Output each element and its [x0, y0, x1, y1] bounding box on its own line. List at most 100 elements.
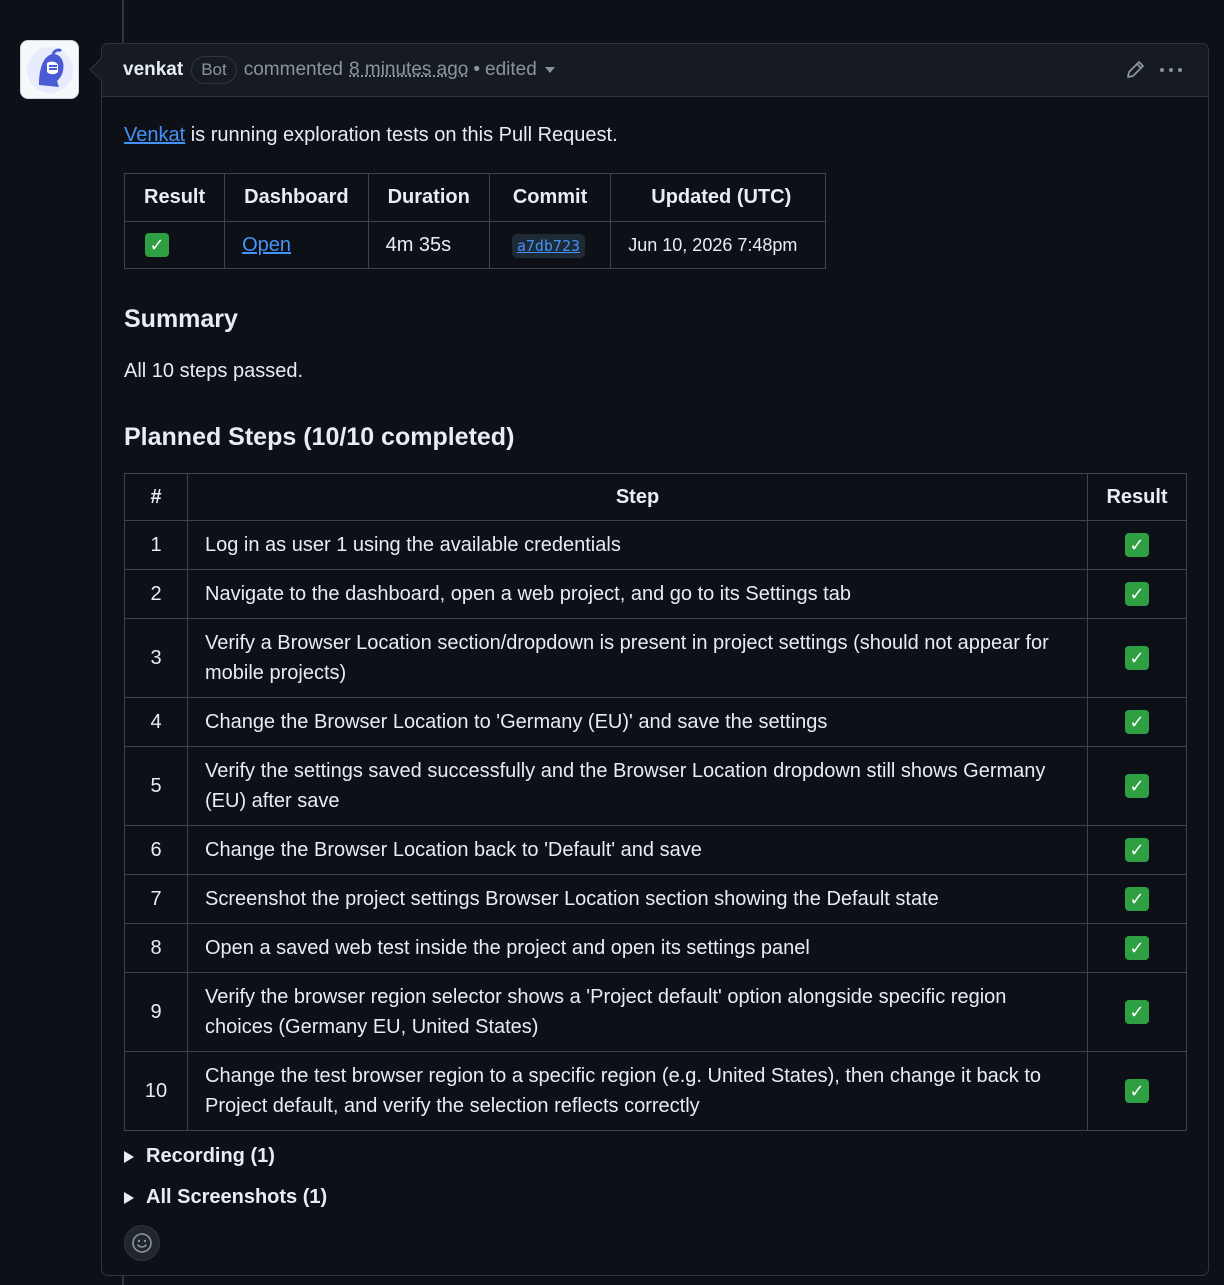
header-dashboard: Dashboard	[224, 173, 369, 222]
recording-summary[interactable]: Recording (1)	[146, 1145, 275, 1168]
step-description: Verify the settings saved successfully a…	[187, 746, 1088, 826]
step-result: ✓	[1087, 972, 1187, 1052]
run-result-cell: ✓	[123, 221, 226, 269]
edited-label[interactable]: edited	[485, 59, 537, 81]
step-result: ✓	[1087, 520, 1187, 570]
check-mark-icon: ✓	[1125, 838, 1149, 862]
step-row: 7 Screenshot the project settings Browser…	[124, 874, 1187, 924]
summary-heading: Summary	[124, 305, 238, 333]
step-number: 1	[124, 520, 188, 570]
step-description: Verify a Browser Location section/dropdo…	[187, 618, 1088, 698]
step-row: 4 Change the Browser Location to 'Germany…	[124, 697, 1187, 747]
steps-body: 1 Log in as user 1 using the available cr…	[124, 520, 1187, 1131]
comment-timestamp-link[interactable]: 8 minutes ago	[349, 59, 468, 81]
step-result: ✓	[1087, 569, 1187, 619]
add-reaction-button[interactable]	[124, 1225, 160, 1261]
step-row: 2 Navigate to the dashboard, open a web p…	[124, 569, 1187, 619]
step-number: 5	[124, 746, 188, 826]
header-step-number: #	[124, 473, 188, 521]
author-name[interactable]: venkat	[123, 59, 183, 81]
check-mark-icon: ✓	[1125, 774, 1149, 798]
check-mark-icon: ✓	[1125, 1079, 1149, 1103]
check-mark-icon: ✓	[1125, 582, 1149, 606]
check-mark-icon: ✓	[145, 233, 169, 257]
step-result: ✓	[1087, 746, 1187, 826]
steps-header-row: # Step Result	[124, 473, 1187, 521]
step-row: 5 Verify the settings saved successfully …	[124, 746, 1187, 826]
step-description: Change the test browser region to a spec…	[187, 1051, 1088, 1131]
step-row: 1 Log in as user 1 using the available cr…	[124, 520, 1187, 570]
header-step-result: Result	[1087, 473, 1187, 521]
updated-value: Jun 10, 2026 7:48pm	[610, 221, 827, 269]
step-description: Open a saved web test inside the project…	[187, 923, 1088, 973]
recording-details[interactable]: Recording (1)	[124, 1145, 1186, 1168]
step-result: ✓	[1087, 618, 1187, 698]
step-result: ✓	[1087, 923, 1187, 973]
screenshots-summary[interactable]: All Screenshots (1)	[146, 1186, 327, 1209]
comment-body: Venkat is running exploration tests on t…	[102, 121, 1208, 1261]
planned-steps-table: # Step Result 1 Log in as user 1 using th…	[124, 473, 1187, 1131]
step-row: 8 Open a saved web test inside the projec…	[124, 923, 1187, 973]
commit-cell: a7db723	[488, 221, 612, 269]
step-number: 9	[124, 972, 188, 1052]
step-result: ✓	[1087, 874, 1187, 924]
check-mark-icon: ✓	[1125, 710, 1149, 734]
pencil-icon[interactable]	[1124, 59, 1146, 81]
step-number: 2	[124, 569, 188, 619]
step-description: Verify the browser region selector shows…	[187, 972, 1088, 1052]
check-mark-icon: ✓	[1125, 533, 1149, 557]
step-number: 4	[124, 697, 188, 747]
step-description: Change the Browser Location to 'Germany …	[187, 697, 1088, 747]
triangle-right-icon	[124, 1191, 134, 1204]
commit-sha-link[interactable]: a7db723	[511, 233, 586, 258]
step-description: Screenshot the project settings Browser …	[187, 874, 1088, 924]
header-actions	[1124, 59, 1182, 81]
knight-helmet-avatar-icon	[26, 46, 73, 93]
screenshots-details[interactable]: All Screenshots (1)	[124, 1186, 1186, 1209]
step-description: Log in as user 1 using the available cre…	[187, 520, 1088, 570]
header-updated: Updated (UTC)	[610, 173, 827, 222]
step-number: 6	[124, 825, 188, 875]
dashboard-open-link[interactable]: Open	[242, 234, 291, 256]
check-mark-icon: ✓	[1125, 936, 1149, 960]
duration-value: 4m 35s	[367, 221, 490, 269]
step-result: ✓	[1087, 1051, 1187, 1131]
summary-text: All 10 steps passed.	[124, 360, 303, 382]
smiley-icon	[132, 1233, 152, 1253]
run-info-header-row: Result Dashboard Duration Commit Updated…	[123, 173, 827, 222]
kebab-menu-icon[interactable]	[1160, 68, 1182, 72]
step-result: ✓	[1087, 825, 1187, 875]
comment-header: venkat Bot commented 8 minutes ago • edi…	[102, 44, 1208, 97]
chevron-down-icon[interactable]	[544, 67, 555, 73]
step-number: 10	[124, 1051, 188, 1131]
step-description: Navigate to the dashboard, open a web pr…	[187, 569, 1088, 619]
venkat-link[interactable]: Venkat	[124, 124, 185, 146]
check-mark-icon: ✓	[1125, 646, 1149, 670]
comment-action: commented	[243, 59, 344, 80]
triangle-right-icon	[124, 1150, 134, 1163]
step-number: 3	[124, 618, 188, 698]
run-info-table: Result Dashboard Duration Commit Updated…	[123, 173, 827, 269]
check-mark-icon: ✓	[1125, 1000, 1149, 1024]
step-number: 8	[124, 923, 188, 973]
step-description: Change the Browser Location back to 'Def…	[187, 825, 1088, 875]
run-info-row: ✓ Open 4m 35s a7db723 Jun 10, 2026 7:48p…	[123, 221, 827, 269]
meta-separator: •	[473, 59, 481, 80]
header-commit: Commit	[488, 173, 612, 222]
step-result: ✓	[1087, 697, 1187, 747]
author-avatar[interactable]	[20, 40, 79, 99]
step-number: 7	[124, 874, 188, 924]
planned-steps-heading: Planned Steps (10/10 completed)	[124, 423, 515, 451]
step-row: 3 Verify a Browser Location section/dropd…	[124, 618, 1187, 698]
intro-text: Venkat is running exploration tests on t…	[124, 121, 1186, 149]
header-duration: Duration	[367, 173, 490, 222]
check-mark-icon: ✓	[1125, 887, 1149, 911]
step-row: 10 Change the test browser region to a sp…	[124, 1051, 1187, 1131]
header-result: Result	[123, 173, 226, 222]
dashboard-cell: Open	[224, 221, 369, 269]
intro-message: is running exploration tests on this Pul…	[185, 124, 618, 146]
header-step: Step	[187, 473, 1088, 521]
step-row: 6 Change the Browser Location back to 'De…	[124, 825, 1187, 875]
comment-box: venkat Bot commented 8 minutes ago • edi…	[101, 43, 1209, 1276]
bot-badge: Bot	[191, 56, 237, 84]
